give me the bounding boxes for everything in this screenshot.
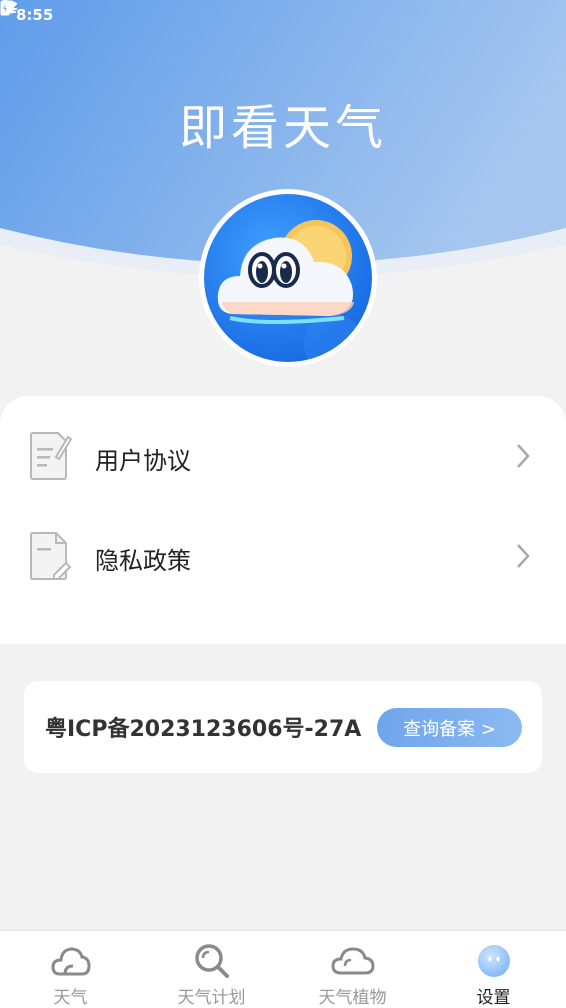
icp-card: 粤ICP备2023123606号-27A 查询备案 >: [24, 681, 542, 773]
bottom-nav: 天气 天气计划 天气植物 设置: [0, 930, 566, 1008]
cloud-outline-icon: [330, 943, 375, 979]
icp-number: 粤ICP备2023123606号-27A: [45, 717, 362, 742]
cloud-icon: [50, 943, 91, 979]
menu-card: 用户协议 隐私政策: [0, 396, 566, 644]
document-pen-icon: [28, 531, 72, 585]
menu-item-label: 隐私政策: [95, 546, 191, 575]
chevron-right-icon: [516, 543, 530, 573]
status-bar: 8:55 A: [0, 0, 566, 30]
nav-label: 天气计划: [177, 988, 246, 1008]
cloud-mascot-icon: [217, 220, 364, 362]
menu-item-user-agreement[interactable]: 用户协议: [0, 408, 566, 508]
face-icon: [476, 943, 512, 979]
status-time: 8:55: [16, 6, 54, 24]
menu-item-label: 用户协议: [95, 446, 191, 475]
document-edit-icon: [28, 431, 73, 485]
nav-item-weather[interactable]: 天气: [0, 931, 141, 1008]
magnifier-icon: [194, 943, 230, 979]
nav-item-settings[interactable]: 设置: [423, 931, 564, 1008]
avatar: [199, 189, 377, 367]
query-filing-button[interactable]: 查询备案 >: [377, 708, 522, 747]
nav-label: 天气: [53, 988, 88, 1008]
nav-label: 设置: [476, 988, 511, 1008]
app-title: 即看天气: [178, 100, 387, 156]
nav-label: 天气植物: [318, 988, 387, 1008]
menu-item-privacy-policy[interactable]: 隐私政策: [0, 508, 566, 608]
chevron-right-icon: [516, 443, 530, 473]
nav-item-weather-plant[interactable]: 天气植物: [282, 931, 423, 1008]
nav-item-weather-plan[interactable]: 天气计划: [141, 931, 282, 1008]
